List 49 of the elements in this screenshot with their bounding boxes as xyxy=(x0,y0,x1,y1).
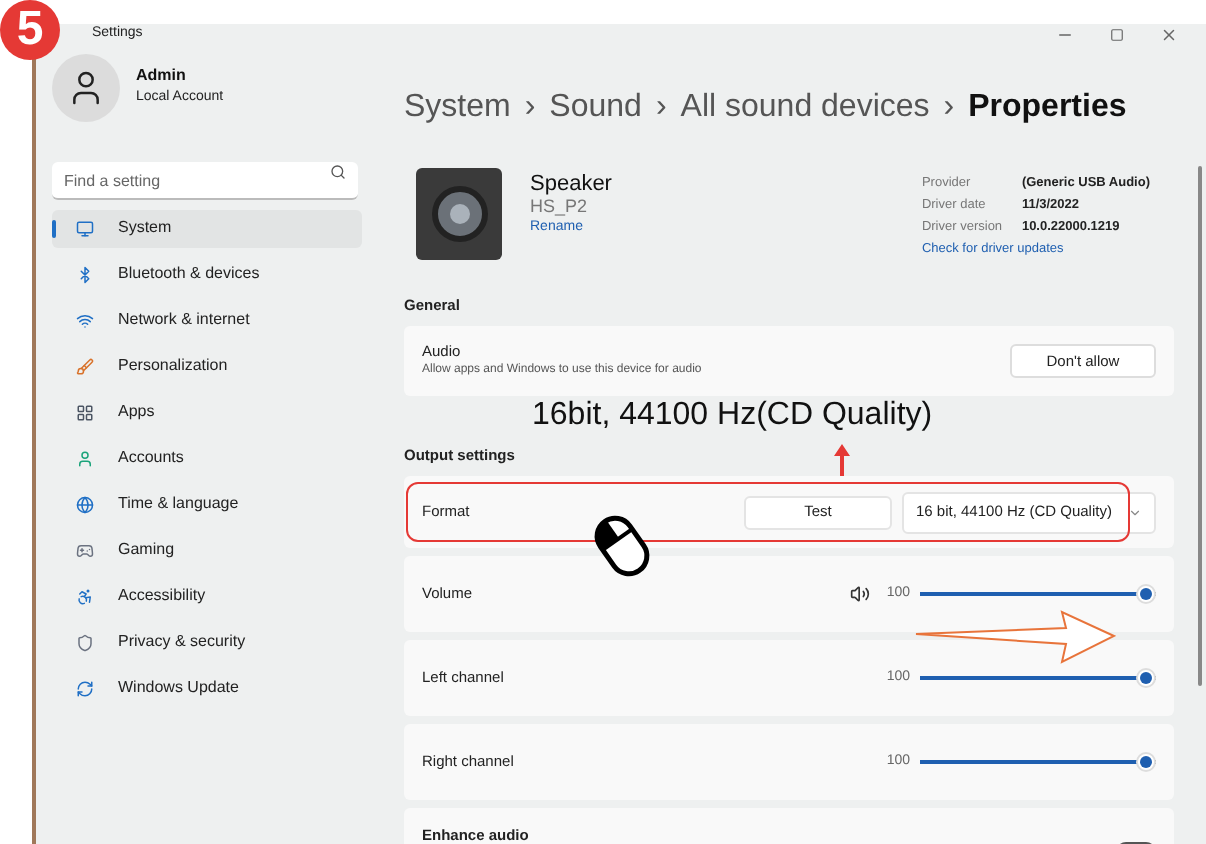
speaker-icon xyxy=(850,584,871,604)
slider-thumb[interactable] xyxy=(1136,584,1156,604)
breadcrumb-item[interactable]: System xyxy=(404,83,511,131)
sidebar-item[interactable]: Privacy & security xyxy=(52,623,362,661)
breadcrumb-item[interactable]: All sound devices xyxy=(680,83,930,131)
sidebar-item[interactable]: Windows Update xyxy=(52,669,362,707)
sidebar-item[interactable]: System xyxy=(52,209,362,247)
sidebar-item[interactable]: Accessibility xyxy=(52,577,362,615)
chevron-separator: › xyxy=(655,87,667,127)
search-field[interactable]: Find a setting xyxy=(52,162,358,200)
sidebar-item[interactable]: Network & internet xyxy=(52,301,362,339)
maximize-icon[interactable] xyxy=(1110,27,1124,42)
slider-track[interactable] xyxy=(920,668,1156,688)
step-badge: 5 xyxy=(0,0,60,60)
scrollbar[interactable] xyxy=(1198,165,1202,685)
wifi-icon xyxy=(76,311,94,329)
sidebar-item[interactable]: Time & language xyxy=(52,485,362,523)
sidebar-item[interactable]: Gaming xyxy=(52,531,362,569)
sidebar-item[interactable]: Apps xyxy=(52,393,362,431)
device-model: HS_P2 xyxy=(530,195,590,217)
account-name: Admin xyxy=(136,64,188,89)
chevron-separator: › xyxy=(524,87,536,127)
search-icon[interactable] xyxy=(330,163,346,179)
accessibility-icon xyxy=(76,587,94,605)
sidebar-item[interactable]: Personalization xyxy=(52,347,362,385)
speaker-image xyxy=(416,167,502,259)
gamepad-icon xyxy=(76,541,94,559)
device-name: Speaker xyxy=(530,171,612,195)
breadcrumb-item[interactable]: Sound xyxy=(549,83,642,131)
slider-track[interactable] xyxy=(920,584,1156,604)
globe-icon xyxy=(76,495,94,513)
sidebar-item[interactable]: Accounts xyxy=(52,439,362,477)
apps-icon xyxy=(76,403,94,421)
chevron-separator: › xyxy=(943,87,955,127)
slider-thumb[interactable] xyxy=(1136,668,1156,688)
shield-icon xyxy=(76,633,94,651)
sidebar-item[interactable]: Bluetooth & devices xyxy=(52,255,362,293)
arrow-up-icon xyxy=(834,443,850,475)
monitor-icon xyxy=(76,219,94,237)
refresh-icon xyxy=(76,679,94,697)
chevron-down-icon xyxy=(1128,505,1142,519)
slider-track[interactable] xyxy=(920,752,1156,772)
close-icon[interactable] xyxy=(1160,25,1178,44)
bluetooth-icon xyxy=(76,265,94,283)
callout-text: 16bit, 44100 Hz(CD Quality) xyxy=(532,395,933,436)
slider-thumb[interactable] xyxy=(1136,752,1156,772)
person-icon xyxy=(76,449,94,467)
breadcrumb-item: Properties xyxy=(968,87,1127,127)
brush-icon xyxy=(76,357,94,375)
